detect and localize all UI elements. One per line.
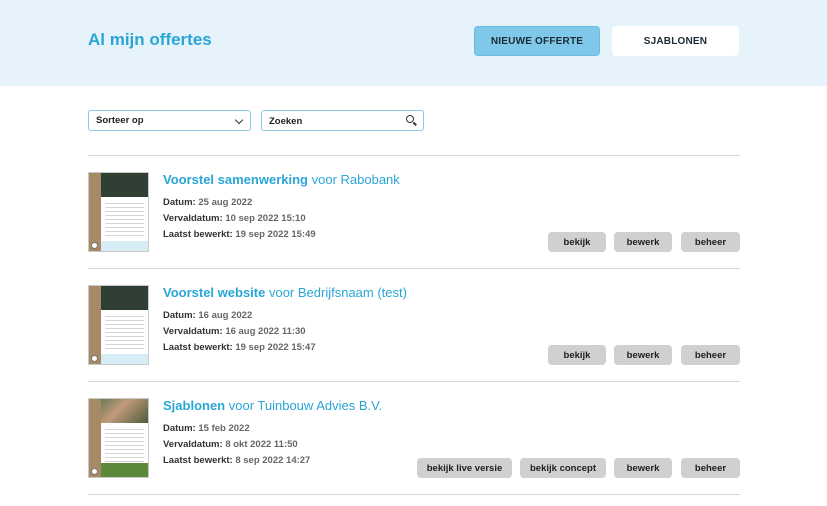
divider (88, 494, 740, 495)
quote-thumbnail[interactable] (88, 172, 149, 252)
quote-client: voor Rabobank (311, 172, 400, 187)
edit-button[interactable]: bewerk (614, 232, 672, 252)
quote-expiry: Vervaldatum: 10 sep 2022 15:10 (163, 213, 306, 224)
edit-button[interactable]: bewerk (614, 345, 672, 365)
divider (88, 268, 740, 269)
quote-title[interactable]: Sjablonen voor Tuinbouw Advies B.V. (163, 398, 382, 413)
view-draft-button[interactable]: bekijk concept (520, 458, 606, 478)
quote-date: Datum: 16 aug 2022 (163, 310, 253, 321)
sort-label: Sorteer op (96, 115, 144, 126)
divider (88, 155, 740, 156)
search-icon[interactable] (406, 115, 414, 123)
quote-last-edited: Laatst bewerkt: 8 sep 2022 14:27 (163, 455, 311, 466)
page-title: Al mijn offertes (88, 30, 212, 49)
search-box[interactable] (261, 110, 424, 131)
search-input[interactable] (262, 112, 392, 131)
quote-date: Datum: 15 feb 2022 (163, 423, 250, 434)
quote-name: Voorstel website (163, 285, 266, 300)
quote-item: Sjablonen voor Tuinbouw Advies B.V. Datu… (88, 398, 740, 494)
edit-button[interactable]: bewerk (614, 458, 672, 478)
manage-button[interactable]: beheer (681, 458, 740, 478)
view-button[interactable]: bekijk (548, 232, 606, 252)
quote-item: Voorstel samenwerking voor Rabobank Datu… (88, 172, 740, 268)
quote-date: Datum: 25 aug 2022 (163, 197, 253, 208)
divider (88, 381, 740, 382)
quote-title[interactable]: Voorstel samenwerking voor Rabobank (163, 172, 400, 187)
view-live-button[interactable]: bekijk live versie (417, 458, 512, 478)
quote-thumbnail[interactable] (88, 285, 149, 365)
templates-button[interactable]: SJABLONEN (612, 26, 739, 56)
chevron-down-icon (234, 115, 244, 125)
quote-title[interactable]: Voorstel website voor Bedrijfsnaam (test… (163, 285, 407, 300)
view-button[interactable]: bekijk (548, 345, 606, 365)
quote-thumbnail[interactable] (88, 398, 149, 478)
quote-expiry: Vervaldatum: 16 aug 2022 11:30 (163, 326, 306, 337)
quote-item: Voorstel website voor Bedrijfsnaam (test… (88, 285, 740, 381)
sort-select[interactable]: Sorteer op (88, 110, 251, 131)
quote-client: voor Bedrijfsnaam (test) (268, 285, 407, 300)
quote-client: voor Tuinbouw Advies B.V. (228, 398, 383, 413)
new-quote-button[interactable]: NIEUWE OFFERTE (474, 26, 600, 56)
quote-last-edited: Laatst bewerkt: 19 sep 2022 15:47 (163, 342, 316, 353)
page-header: Al mijn offertes NIEUWE OFFERTE SJABLONE… (0, 0, 827, 86)
quote-name: Voorstel samenwerking (163, 172, 308, 187)
manage-button[interactable]: beheer (681, 232, 740, 252)
quote-expiry: Vervaldatum: 8 okt 2022 11:50 (163, 439, 298, 450)
quote-last-edited: Laatst bewerkt: 19 sep 2022 15:49 (163, 229, 316, 240)
manage-button[interactable]: beheer (681, 345, 740, 365)
quote-name: Sjablonen (163, 398, 226, 413)
